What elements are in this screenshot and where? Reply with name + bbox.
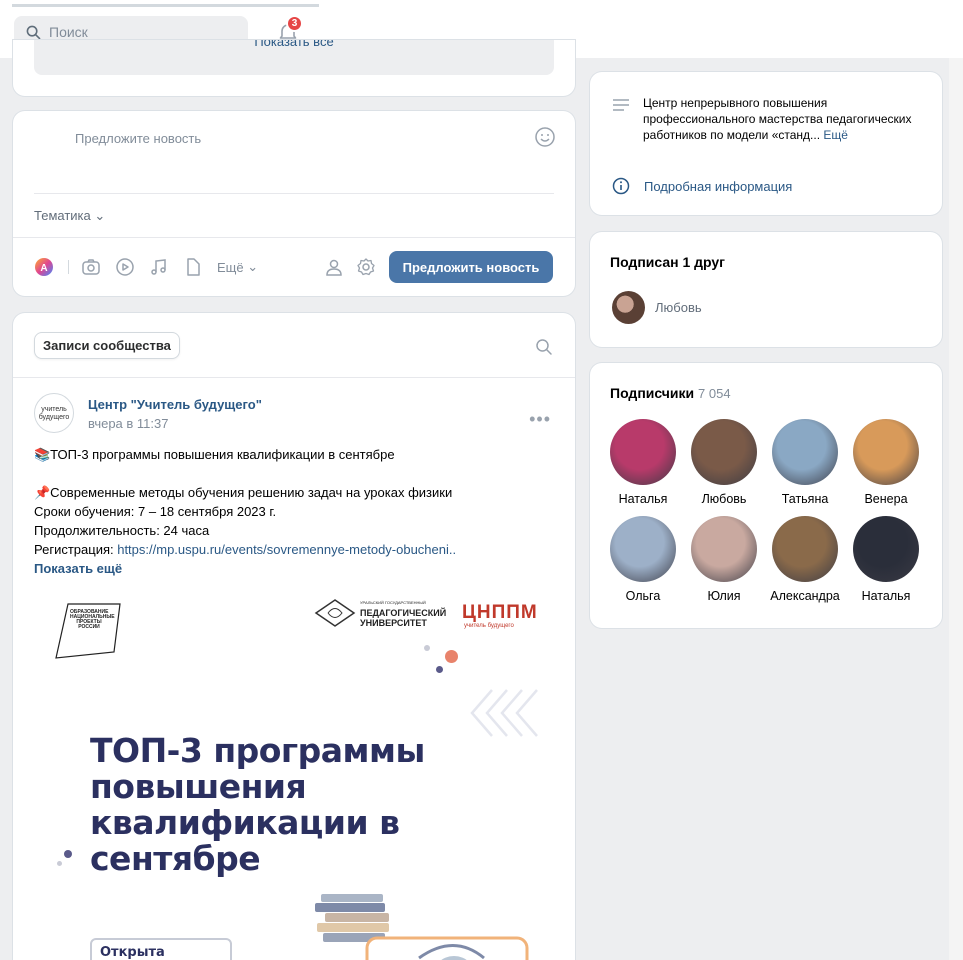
video-icon[interactable] — [115, 257, 135, 277]
chevron-down-icon: ⌄ — [94, 208, 106, 223]
camera-icon[interactable] — [81, 257, 101, 277]
suggest-news-button[interactable]: Предложить новость — [389, 251, 553, 283]
description-more-link[interactable]: Ещё — [823, 128, 848, 142]
notifications-badge: 3 — [286, 15, 303, 32]
tab-community-posts[interactable]: Записи сообщества — [34, 332, 180, 359]
show-more-link[interactable]: Показать ещё — [34, 559, 554, 578]
post-line: Регистрация: https://mp.uspu.ru/events/s… — [34, 542, 457, 557]
chevron-down-icon: ⌄ — [247, 259, 259, 274]
divider — [13, 377, 575, 378]
avatar — [691, 419, 757, 485]
decor-dot — [436, 666, 443, 673]
post-line: Продолжительность: 24 часа — [34, 523, 210, 538]
cnppm-subtitle: учитель будущего — [464, 623, 514, 629]
avatar — [610, 419, 676, 485]
registration-link[interactable]: https://mp.uspu.ru/events/sovremennye-me… — [117, 542, 456, 557]
details-link[interactable]: Подробная информация — [612, 177, 792, 195]
subscriber-item[interactable]: Татьяна — [766, 419, 844, 506]
music-icon[interactable] — [149, 257, 169, 277]
more-attachments-button[interactable]: Ещё ⌄ — [217, 259, 258, 275]
subscribers-grid: Наталья Любовь Татьяна Венера Ольга Юлия… — [604, 419, 934, 603]
subscriber-name: Татьяна — [781, 492, 829, 506]
community-description: Центр непрерывного повышения профессиона… — [643, 96, 912, 142]
avatar — [853, 419, 919, 485]
subscriber-name: Любовь — [701, 492, 747, 506]
search-placeholder: Поиск — [49, 24, 88, 40]
show-all-button[interactable]: Показать все — [34, 40, 554, 75]
subscribers-card: Подписчики 7 054 Наталья Любовь Татьяна … — [590, 363, 942, 628]
community-info-card: Центр непрерывного повышения профессиона… — [590, 72, 942, 215]
banner-title: ТОП-3 программы повышения квалификации в… — [90, 731, 425, 878]
subscriber-name: Венера — [864, 492, 908, 506]
suggest-news-card: Предложите новость Тематика ⌄ A Ещё ⌄ Пр… — [13, 111, 575, 296]
post-author[interactable]: Центр "Учитель будущего" — [88, 397, 262, 412]
subscriber-name: Юлия — [707, 589, 741, 603]
details-link-label: Подробная информация — [644, 178, 793, 194]
cnppm-logo: ЦНППМ — [462, 602, 538, 623]
top-divider — [12, 4, 319, 7]
decor-dot — [57, 861, 62, 866]
avatar — [612, 291, 645, 324]
registration-box: Открыта регистрация — [90, 938, 232, 960]
avatar — [772, 516, 838, 582]
subscriber-item[interactable]: Ольга — [604, 516, 682, 603]
subscriber-name: Александра — [770, 589, 840, 603]
subscriber-item[interactable]: Венера — [847, 419, 925, 506]
post-line: Сроки обучения: 7 – 18 сентября 2023 г. — [34, 504, 277, 519]
suggest-news-input[interactable]: Предложите новость — [75, 131, 201, 146]
topic-dropdown[interactable]: Тематика ⌄ — [34, 208, 105, 224]
decor-dot — [64, 850, 72, 858]
avatar — [772, 419, 838, 485]
divider — [34, 193, 554, 194]
toolbar-separator — [68, 260, 69, 274]
page-scrollbar[interactable] — [949, 58, 963, 960]
friend-name: Любовь — [655, 300, 702, 315]
subscribers-title[interactable]: Подписчики 7 054 — [610, 385, 731, 401]
subscriber-item[interactable]: Александра — [766, 516, 844, 603]
chevrons-decoration — [470, 689, 538, 737]
subscriber-name: Наталья — [618, 492, 668, 506]
subscribers-count: 7 054 — [698, 386, 731, 401]
friends-title[interactable]: Подписан 1 друг — [610, 254, 725, 270]
post-menu-icon[interactable]: ••• — [529, 409, 551, 430]
university-emblem-icon — [314, 599, 356, 627]
gear-icon[interactable] — [356, 257, 376, 277]
community-posts-card: Записи сообщества учитель будущего Центр… — [13, 313, 575, 960]
university-logo: УРАЛЬСКИЙ ГОСУДАРСТВЕННЫЙ ПЕДАГОГИЧЕСКИЙ У… — [314, 598, 446, 628]
document-icon[interactable] — [183, 257, 203, 277]
avatar — [691, 516, 757, 582]
art-icon[interactable]: A — [34, 257, 54, 277]
subscriber-item[interactable]: Юлия — [685, 516, 763, 603]
subscriber-item[interactable]: Любовь — [685, 419, 763, 506]
search-icon — [26, 25, 41, 39]
avatar[interactable]: учитель будущего — [34, 393, 74, 433]
decor-dot — [445, 650, 458, 663]
national-projects-logo-text: ОБРАЗОВАНИЕ НАЦИОНАЛЬНЫЕ ПРОЕКТЫ РОССИИ — [70, 609, 115, 630]
subscriber-name: Ольга — [625, 589, 661, 603]
description-icon — [613, 99, 629, 111]
emoji-icon[interactable] — [534, 126, 556, 148]
post-timestamp[interactable]: вчера в 11:37 — [88, 416, 168, 431]
post-image[interactable]: ОБРАЗОВАНИЕ НАЦИОНАЛЬНЫЕ ПРОЕКТЫ РОССИИ … — [34, 588, 554, 960]
subscriber-item[interactable]: Наталья — [847, 516, 925, 603]
search-icon[interactable] — [535, 338, 553, 356]
friends-card: Подписан 1 друг Любовь — [590, 232, 942, 347]
friend-item[interactable]: Любовь — [612, 291, 702, 324]
post-options — [324, 257, 376, 277]
info-icon — [612, 177, 630, 195]
wall-top-card: Показать все — [13, 40, 575, 96]
books-illustration — [315, 894, 529, 960]
post-line: 📚ТОП-3 программы повышения квалификации … — [34, 447, 395, 462]
subscriber-name: Наталья — [861, 589, 911, 603]
post-text: 📚ТОП-3 программы повышения квалификации … — [34, 445, 554, 578]
avatar — [610, 516, 676, 582]
attach-toolbar: A Ещё ⌄ — [34, 251, 258, 283]
post-line: 📌Современные методы обучения решению зад… — [34, 485, 453, 500]
decor-dot — [424, 645, 430, 651]
divider — [13, 237, 575, 238]
svg-text:A: A — [40, 263, 47, 274]
user-icon[interactable] — [324, 257, 344, 277]
avatar — [853, 516, 919, 582]
subscriber-item[interactable]: Наталья — [604, 419, 682, 506]
